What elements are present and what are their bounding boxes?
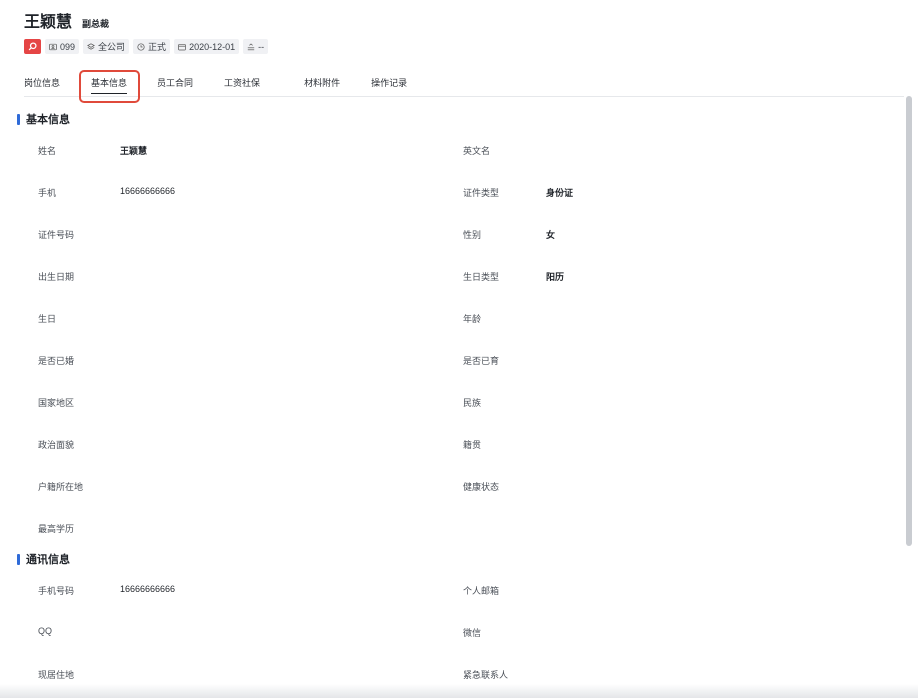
- label-phone: 手机: [38, 188, 57, 198]
- label-birthday: 生日: [38, 314, 57, 324]
- value-name: 王颖慧: [120, 146, 148, 156]
- tab-attachments[interactable]: 材料附件: [304, 76, 340, 97]
- tag-status: 正式: [133, 39, 171, 54]
- label-country: 国家地区: [38, 398, 75, 408]
- tab-contract[interactable]: 员工合同: [157, 76, 193, 97]
- layers-icon: [87, 42, 95, 50]
- label-name: 姓名: [38, 146, 57, 156]
- label-married: 是否已婚: [38, 356, 75, 366]
- label-current-address: 现居住地: [38, 670, 75, 680]
- bottom-edge-shadow: [0, 684, 918, 698]
- label-id-number: 证件号码: [38, 230, 75, 240]
- tag-extra-text: --: [258, 41, 265, 52]
- tag-scope: 全公司: [83, 39, 130, 54]
- employee-name: 王颖慧: [24, 14, 73, 31]
- label-gender: 性别: [463, 230, 482, 240]
- value-birthday-type: 阳历: [546, 272, 565, 282]
- active-tab-highlight: [79, 70, 140, 103]
- person-icon: [247, 42, 255, 50]
- section-contact-info-title: 通讯信息: [17, 551, 70, 567]
- section-basic-info-text: 基本信息: [26, 114, 70, 126]
- search-button[interactable]: [24, 39, 41, 54]
- value-gender: 女: [546, 230, 556, 240]
- label-mobile: 手机号码: [38, 586, 75, 596]
- tags-row: 099 全公司 正式 2020-12-01 --: [24, 39, 272, 54]
- tag-hire-date-text: 2020-12-01: [189, 41, 236, 52]
- tag-employee-id: 099: [45, 39, 80, 54]
- label-birthday-type: 生日类型: [463, 272, 500, 282]
- label-english-name: 英文名: [463, 146, 491, 156]
- clock-icon: [137, 42, 145, 51]
- label-id-type: 证件类型: [463, 188, 500, 198]
- label-native-place: 籍贯: [463, 440, 482, 450]
- name-row: 王颖慧 副总裁: [24, 8, 272, 32]
- tag-employee-id-text: 099: [60, 41, 76, 52]
- tag-hire-date: 2020-12-01: [174, 39, 240, 54]
- tag-scope-text: 全公司: [98, 42, 126, 52]
- value-id-type: 身份证: [546, 188, 574, 198]
- tag-status-text: 正式: [148, 42, 167, 52]
- employee-detail-page: 王颖慧 副总裁 099 全公司 正式 2020-12-01 -- 岗位信息 基本…: [0, 0, 918, 698]
- section-marker: [17, 553, 20, 565]
- section-marker: [17, 113, 20, 125]
- tag-extra: --: [243, 39, 269, 54]
- search-icon: [28, 42, 37, 51]
- label-ethnicity: 民族: [463, 398, 482, 408]
- value-phone: 16666666666: [120, 186, 176, 196]
- tab-position-info[interactable]: 岗位信息: [24, 76, 60, 97]
- employee-title: 副总裁: [82, 19, 110, 29]
- label-has-children: 是否已育: [463, 356, 500, 366]
- section-contact-info-text: 通讯信息: [26, 554, 70, 566]
- employee-header: 王颖慧 副总裁 099 全公司 正式 2020-12-01 --: [24, 8, 272, 54]
- label-personal-email: 个人邮箱: [463, 586, 500, 596]
- label-wechat: 微信: [463, 628, 482, 638]
- calendar-icon: [178, 43, 186, 50]
- label-birth-date: 出生日期: [38, 272, 75, 282]
- label-household-registration: 户籍所在地: [38, 482, 84, 492]
- label-qq: QQ: [38, 626, 53, 636]
- tab-operation-log[interactable]: 操作记录: [371, 76, 407, 97]
- tabs-divider: [24, 96, 904, 97]
- label-emergency-contact: 紧急联系人: [463, 670, 509, 680]
- label-political-status: 政治面貌: [38, 440, 75, 450]
- scrollbar[interactable]: [906, 96, 912, 698]
- label-highest-education: 最高学历: [38, 524, 75, 534]
- tab-salary-insurance[interactable]: 工资社保: [224, 76, 260, 97]
- scrollbar-thumb[interactable]: [906, 96, 912, 546]
- label-age: 年龄: [463, 314, 482, 324]
- value-mobile: 16666666666: [120, 584, 176, 594]
- id-card-icon: [49, 43, 57, 50]
- label-health-status: 健康状态: [463, 482, 500, 492]
- section-basic-info-title: 基本信息: [17, 111, 70, 127]
